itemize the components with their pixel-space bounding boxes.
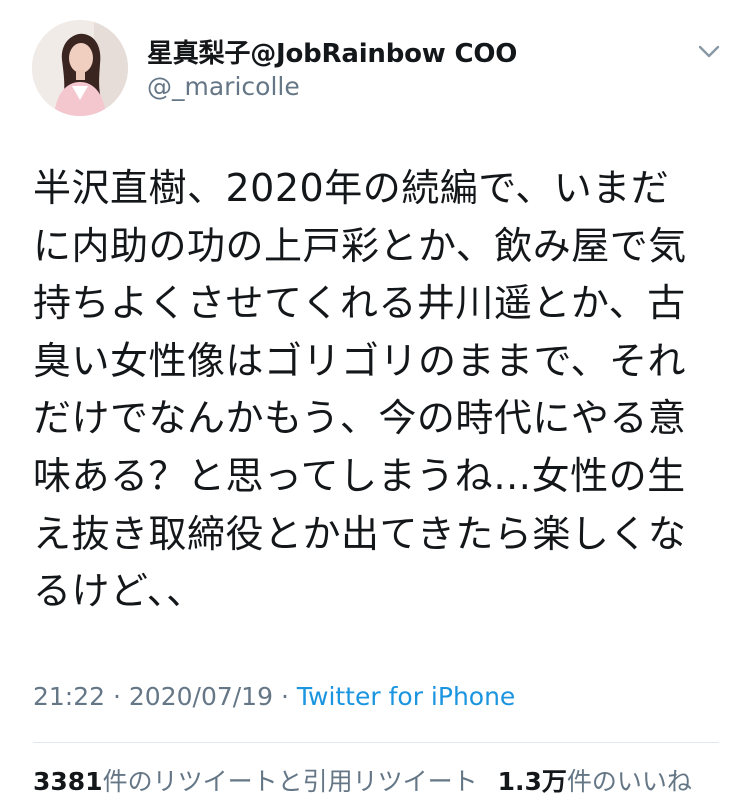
author-display-name[interactable]: 星真梨子@JobRainbow COO — [147, 33, 517, 70]
retweets-label: 件のリツイートと引用リツイート — [102, 767, 478, 796]
tweet-text: 半沢直樹、2020年の続編で、いまだ に内助の功の上戸彩とか、飲み屋で気 持ちよ… — [33, 160, 723, 621]
tweet-text-line: 半沢直樹、2020年の続編で、いまだ — [33, 166, 670, 210]
chevron-down-icon — [698, 45, 720, 58]
tweet-text-line: 持ちよくさせてくれる井川遥とか、古 — [33, 281, 686, 326]
meta-separator: · — [113, 682, 121, 711]
retweets-stat[interactable]: 3381件のリツイートと引用リツイート — [33, 767, 478, 796]
tweet-time[interactable]: 21:22 — [33, 682, 105, 711]
more-options-button[interactable] — [692, 36, 726, 66]
tweet-stats: 3381件のリツイートと引用リツイート 1.3万件のいいね — [33, 762, 692, 798]
meta-separator: · — [280, 682, 289, 711]
tweet-metadata: 21:22 · 2020/07/19 · Twitter for iPhone — [33, 682, 515, 711]
tweet-text-line: 臭い女性像はゴリゴリのままで、それ — [33, 338, 686, 383]
tweet-text-line: だけでなんかもう、今の時代にやる意 — [33, 396, 687, 441]
tweet-source-link[interactable]: Twitter for iPhone — [297, 682, 515, 711]
avatar[interactable] — [32, 20, 128, 116]
author-handle[interactable]: @_maricolle — [147, 72, 300, 101]
tweet-date[interactable]: 2020/07/19 — [129, 682, 273, 711]
retweets-count: 3381 — [33, 767, 103, 796]
tweet-text-line: るけど、、 — [33, 569, 205, 614]
tweet-text-line: に内助の功の上戸彩とか、飲み屋で気 — [33, 223, 687, 268]
tweet-text-line: 味ある？と思ってしまうね…女性の生 — [33, 453, 686, 498]
tweet-detail: 星真梨子@JobRainbow COO @_maricolle 半沢直樹、202… — [0, 0, 749, 812]
profile-photo — [32, 20, 128, 116]
likes-count: 1.3万 — [497, 767, 567, 796]
divider — [33, 742, 719, 743]
likes-stat[interactable]: 1.3万件のいいね — [498, 767, 692, 796]
likes-label: 件のいいね — [566, 767, 692, 796]
tweet-text-line: え抜き取締役とか出てきたら楽しくな — [33, 511, 687, 556]
